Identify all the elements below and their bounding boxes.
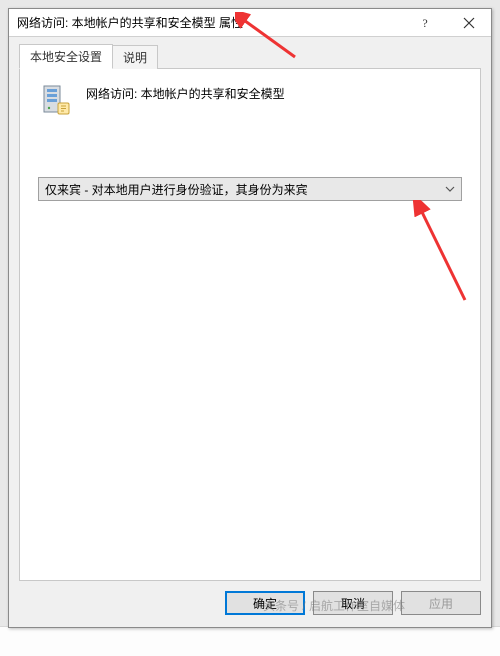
- tab-explain[interactable]: 说明: [112, 45, 158, 69]
- titlebar-title: 网络访问: 本地帐户的共享和安全模型 属性: [17, 14, 403, 31]
- dialog-buttons: 确定 取消 应用: [9, 581, 491, 627]
- svg-text:?: ?: [422, 17, 427, 29]
- help-button[interactable]: ?: [403, 9, 447, 37]
- model-select[interactable]: 仅来宾 - 对本地用户进行身份验证，其身份为来宾: [38, 177, 462, 201]
- tab-label: 本地安全设置: [30, 50, 102, 64]
- properties-dialog: 网络访问: 本地帐户的共享和安全模型 属性 ? 本地安全设置 说明: [8, 8, 492, 628]
- select-value: 仅来宾 - 对本地用户进行身份验证，其身份为来宾: [45, 181, 445, 198]
- tab-label: 说明: [123, 51, 147, 65]
- watermark-text: 头条号 / 启航工作室自媒体: [263, 597, 405, 614]
- apply-button[interactable]: 应用: [401, 591, 481, 615]
- close-button[interactable]: [447, 9, 491, 37]
- server-icon: [38, 83, 72, 117]
- tab-local-security-settings[interactable]: 本地安全设置: [19, 44, 113, 69]
- titlebar[interactable]: 网络访问: 本地帐户的共享和安全模型 属性 ?: [9, 9, 491, 37]
- tab-bar: 本地安全设置 说明: [19, 45, 481, 69]
- button-label: 应用: [429, 595, 453, 612]
- close-icon: [463, 17, 475, 29]
- policy-heading: 网络访问: 本地帐户的共享和安全模型: [86, 83, 285, 102]
- tab-panel-settings: 网络访问: 本地帐户的共享和安全模型 仅来宾 - 对本地用户进行身份验证，其身份…: [19, 69, 481, 581]
- help-icon: ?: [419, 17, 431, 29]
- chevron-down-icon: [445, 186, 455, 192]
